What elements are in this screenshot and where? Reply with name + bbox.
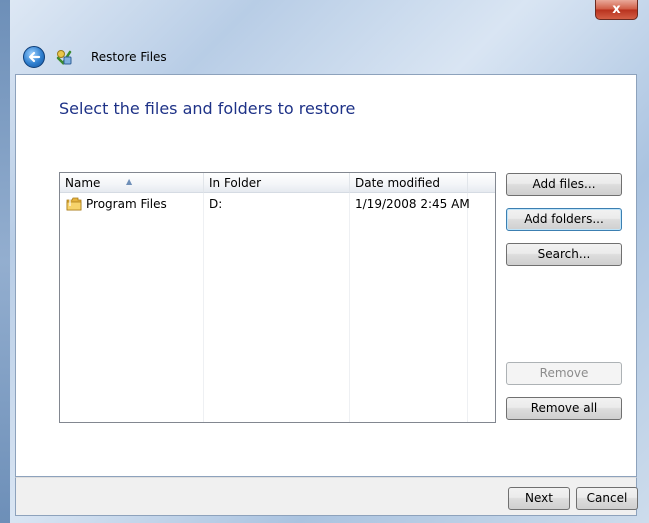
content-panel: Select the files and folders to restore … bbox=[15, 74, 637, 477]
add-files-button[interactable]: Add files... bbox=[506, 173, 622, 196]
close-button[interactable]: x bbox=[595, 0, 638, 20]
column-header-filler bbox=[468, 173, 495, 193]
folder-icon bbox=[66, 197, 82, 211]
row-date-modified: 1/19/2008 2:45 AM bbox=[355, 197, 470, 211]
window-left-edge bbox=[0, 0, 10, 523]
back-arrow-icon bbox=[28, 51, 41, 63]
sort-ascending-icon: ▲ bbox=[126, 177, 133, 186]
next-button[interactable]: Next bbox=[508, 487, 570, 510]
column-header-name[interactable]: Name ▲ bbox=[60, 173, 204, 193]
list-item[interactable]: Program Files D: 1/19/2008 2:45 AM bbox=[60, 195, 495, 213]
add-folders-button[interactable]: Add folders... bbox=[506, 208, 622, 231]
cancel-button[interactable]: Cancel bbox=[576, 487, 638, 510]
column-divider bbox=[203, 193, 204, 422]
back-button[interactable] bbox=[23, 46, 45, 68]
column-divider bbox=[467, 193, 468, 422]
column-divider bbox=[349, 193, 350, 422]
search-button[interactable]: Search... bbox=[506, 243, 622, 266]
remove-button[interactable]: Remove bbox=[506, 362, 622, 385]
footer-bar: Next Cancel bbox=[15, 477, 638, 516]
restore-files-icon bbox=[56, 50, 72, 65]
column-header-date-modified[interactable]: Date modified bbox=[350, 173, 468, 193]
row-name: Program Files bbox=[86, 197, 167, 211]
file-list-view[interactable]: Name ▲ In Folder Date modified Program F… bbox=[59, 172, 496, 423]
column-header-in-folder[interactable]: In Folder bbox=[204, 173, 350, 193]
row-in-folder: D: bbox=[209, 197, 223, 211]
remove-all-button[interactable]: Remove all bbox=[506, 397, 622, 420]
page-heading: Select the files and folders to restore bbox=[59, 99, 356, 118]
window-title: Restore Files bbox=[91, 50, 167, 64]
close-icon: x bbox=[612, 2, 621, 17]
